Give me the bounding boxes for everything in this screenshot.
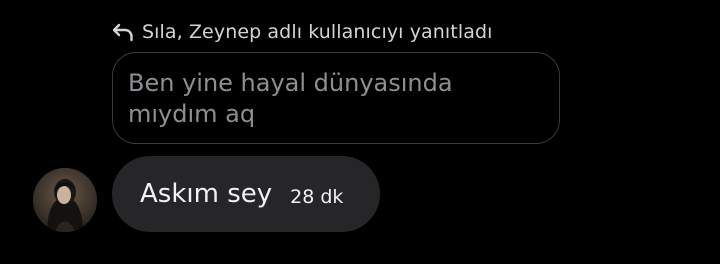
quoted-message[interactable]: Ben yine hayal dünyasında mıydım aq: [112, 52, 560, 144]
avatar[interactable]: [33, 168, 97, 232]
user-avatar-image: [33, 168, 97, 232]
message-bubble[interactable]: Askım sey 28 dk: [112, 156, 380, 232]
reply-arrow-icon: [112, 22, 134, 42]
message-timestamp: 28 dk: [290, 186, 344, 208]
reply-context-label: Sıla, Zeynep adlı kullanıcıyı yanıtladı: [142, 21, 493, 43]
reply-context: Sıla, Zeynep adlı kullanıcıyı yanıtladı: [112, 18, 493, 46]
message-text: Askım sey: [140, 179, 273, 209]
quoted-message-text: Ben yine hayal dünyasında mıydım aq: [128, 69, 453, 128]
